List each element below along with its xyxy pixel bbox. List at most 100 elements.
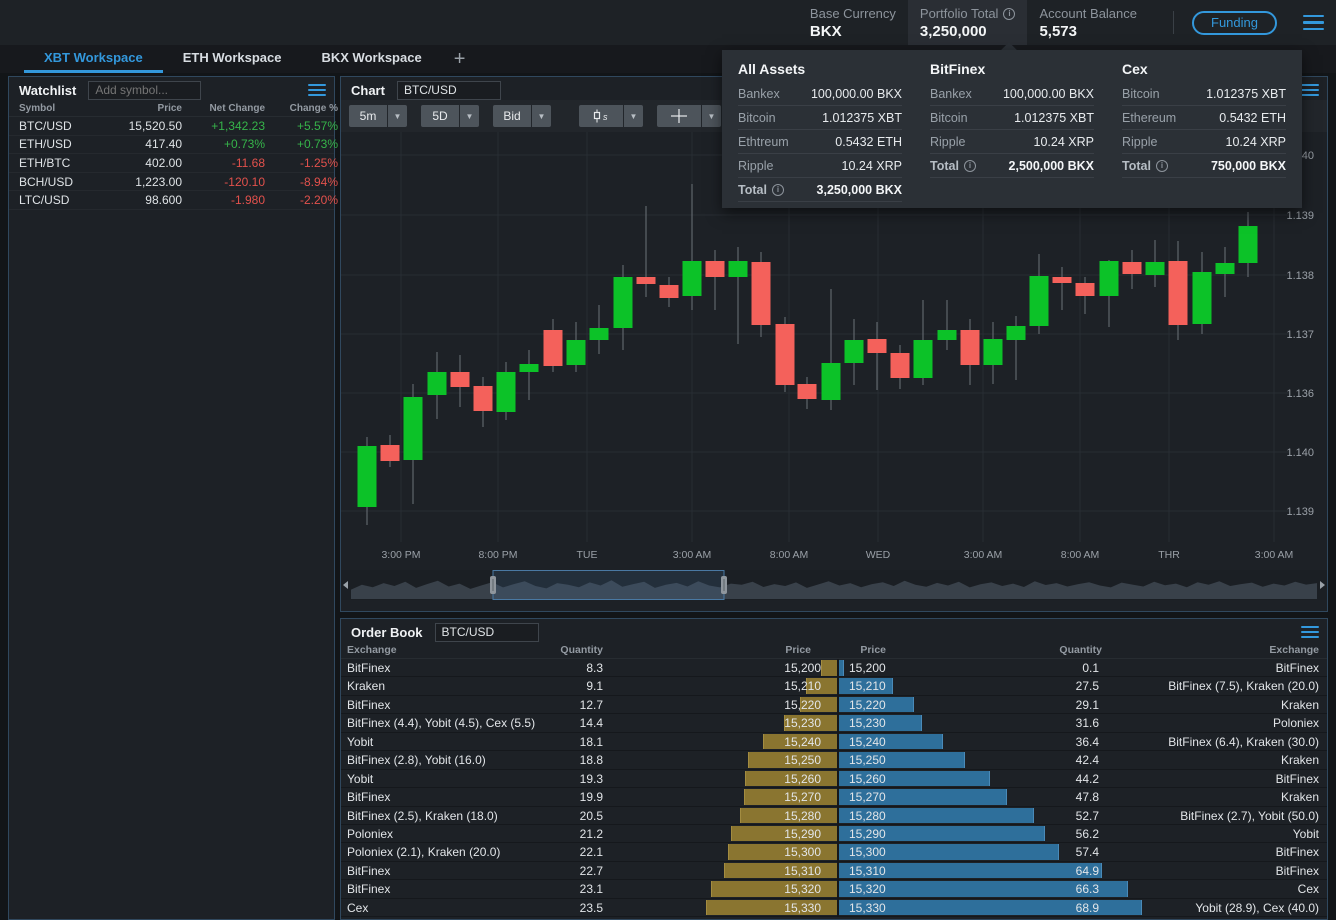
candle-body bbox=[451, 372, 470, 387]
portfolio-total-label: Portfolio Total bbox=[920, 6, 999, 21]
add-symbol-input[interactable] bbox=[88, 81, 201, 100]
time-axis-label: WED bbox=[866, 549, 891, 561]
asset-row: Bankex100,000.00 BKX bbox=[930, 82, 1094, 106]
tab-workspace-2[interactable]: BKX Workspace bbox=[302, 45, 442, 73]
ask-exchange: BitFinex bbox=[1276, 864, 1319, 878]
orderbook-row[interactable]: BitFinex (4.4), Yobit (4.5), Cex (5.5)14… bbox=[341, 714, 1327, 732]
wl-symbol: BTC/USD bbox=[19, 119, 89, 133]
candlestick-style-button[interactable]: s bbox=[579, 105, 623, 127]
add-workspace-button[interactable]: + bbox=[442, 45, 478, 73]
col-symbol: Symbol bbox=[19, 103, 89, 114]
watchlist-row[interactable]: BCH/USD1,223.00-120.10-8.94% bbox=[9, 173, 334, 192]
funding-button[interactable]: Funding bbox=[1192, 11, 1277, 35]
bid-price: 15,230 bbox=[671, 716, 821, 730]
base-currency-cell[interactable]: Base Currency BKX bbox=[798, 0, 908, 45]
bid-quantity: 22.1 bbox=[491, 845, 603, 859]
asset-row: Ripple10.24 XRP bbox=[930, 130, 1094, 154]
ask-exchange: BitFinex bbox=[1276, 772, 1319, 786]
crosshair-button[interactable] bbox=[657, 105, 701, 127]
account-balance-cell[interactable]: Account Balance 5,573 bbox=[1027, 0, 1149, 45]
bid-quantity: 8.3 bbox=[491, 661, 603, 675]
orderbook-menu-icon[interactable] bbox=[1301, 626, 1319, 638]
ask-price: 15,210 bbox=[849, 679, 886, 693]
portfolio-total-cell[interactable]: Portfolio Totali 3,250,000 bbox=[908, 0, 1028, 45]
total-value: 2,500,000 BKX bbox=[1009, 159, 1094, 173]
candle-body bbox=[1030, 276, 1049, 326]
bid-exchange: Yobit bbox=[347, 735, 373, 749]
candle-body bbox=[1076, 283, 1095, 296]
orderbook-row[interactable]: Yobit19.315,26015,26044.2BitFinex bbox=[341, 770, 1327, 788]
candle-body bbox=[404, 397, 423, 460]
orderbook-row[interactable]: BitFinex (2.8), Yobit (16.0)18.815,25015… bbox=[341, 751, 1327, 769]
asset-value: 100,000.00 BKX bbox=[811, 87, 902, 101]
candlestick-style-arrow[interactable]: ▼ bbox=[624, 105, 643, 127]
tab-workspace-1[interactable]: ETH Workspace bbox=[163, 45, 302, 73]
bid-price: 15,290 bbox=[671, 827, 821, 841]
bid-exchange: Cex bbox=[347, 901, 368, 915]
time-axis-label: 8:00 AM bbox=[1061, 549, 1100, 561]
ask-depth-bar bbox=[839, 660, 844, 676]
asset-label: Bitcoin bbox=[1122, 87, 1160, 101]
tab-workspace-0[interactable]: XBT Workspace bbox=[24, 45, 163, 73]
orderbook-row[interactable]: Kraken9.115,21015,21027.5BitFinex (7.5),… bbox=[341, 677, 1327, 695]
asset-value: 10.24 XRP bbox=[1226, 135, 1286, 149]
asset-value: 1.012375 XBT bbox=[1206, 87, 1286, 101]
info-icon[interactable]: i bbox=[1003, 8, 1015, 20]
chart-navigator[interactable] bbox=[341, 570, 1327, 600]
side-dropdown-arrow[interactable]: ▼ bbox=[532, 105, 551, 127]
watchlist-row[interactable]: ETH/BTC402.00-11.68-1.25% bbox=[9, 154, 334, 173]
col-net-change: Net Change bbox=[182, 103, 265, 114]
orderbook-row[interactable]: BitFinex (2.5), Kraken (18.0)20.515,2801… bbox=[341, 807, 1327, 825]
info-icon[interactable]: i bbox=[964, 160, 976, 172]
orderbook-row[interactable]: Poloniex21.215,29015,29056.2Yobit bbox=[341, 825, 1327, 843]
info-icon[interactable]: i bbox=[1156, 160, 1168, 172]
bid-quantity: 19.9 bbox=[491, 790, 603, 804]
ask-exchange: Yobit (28.9), Cex (40.0) bbox=[1195, 901, 1319, 915]
orderbook-row[interactable]: Yobit18.115,24015,24036.4BitFinex (6.4),… bbox=[341, 733, 1327, 751]
watchlist-menu-icon[interactable] bbox=[308, 84, 326, 96]
orderbook-row[interactable]: BitFinex19.915,27015,27047.8Kraken bbox=[341, 788, 1327, 806]
wl-price: 402.00 bbox=[89, 156, 182, 170]
price-axis-label: 1.139 bbox=[1286, 210, 1314, 222]
asset-total-row: Total i750,000 BKX bbox=[1122, 154, 1286, 178]
account-balance-label: Account Balance bbox=[1039, 6, 1137, 21]
bid-quantity: 14.4 bbox=[491, 716, 603, 730]
time-axis-label: 3:00 AM bbox=[1255, 549, 1294, 561]
interval-dropdown-arrow[interactable]: ▼ bbox=[388, 105, 407, 127]
chart-menu-icon[interactable] bbox=[1301, 84, 1319, 96]
bid-price: 15,270 bbox=[671, 790, 821, 804]
orderbook-row[interactable]: Cex23.515,33015,33068.9Yobit (28.9), Cex… bbox=[341, 899, 1327, 917]
orderbook-row[interactable]: BitFinex8.315,20015,2000.1BitFinex bbox=[341, 659, 1327, 677]
ask-quantity: 27.5 bbox=[981, 679, 1099, 693]
chart-symbol-input[interactable] bbox=[397, 81, 501, 100]
bid-depth-bar bbox=[821, 660, 837, 676]
candle-body bbox=[1100, 261, 1119, 296]
watchlist-row[interactable]: ETH/USD417.40+0.73%+0.73% bbox=[9, 136, 334, 155]
watchlist-column-headers: Symbol Price Net Change Change % bbox=[9, 100, 334, 117]
bid-price: 15,330 bbox=[671, 901, 821, 915]
bid-price: 15,220 bbox=[671, 698, 821, 712]
orderbook-row[interactable]: BitFinex23.115,32015,32066.3Cex bbox=[341, 880, 1327, 898]
bid-quantity: 19.3 bbox=[491, 772, 603, 786]
main-menu-icon[interactable] bbox=[1303, 15, 1324, 31]
orderbook-row[interactable]: BitFinex22.715,31015,31064.9BitFinex bbox=[341, 862, 1327, 880]
orderbook-row[interactable]: BitFinex12.715,22015,22029.1Kraken bbox=[341, 696, 1327, 714]
side-select[interactable]: Bid bbox=[493, 105, 531, 127]
bid-price: 15,300 bbox=[671, 845, 821, 859]
info-icon[interactable]: i bbox=[772, 184, 784, 196]
ask-price: 15,230 bbox=[849, 716, 886, 730]
watchlist-row[interactable]: BTC/USD15,520.50+1,342.23+5.57% bbox=[9, 117, 334, 136]
watchlist-row[interactable]: LTC/USD98.600-1.980-2.20% bbox=[9, 191, 334, 210]
candle-body bbox=[752, 262, 771, 325]
bid-price: 15,250 bbox=[671, 753, 821, 767]
orderbook-row[interactable]: Poloniex (2.1), Kraken (20.0)22.115,3001… bbox=[341, 843, 1327, 861]
crosshair-arrow[interactable]: ▼ bbox=[702, 105, 721, 127]
time-axis-label: 8:00 AM bbox=[770, 549, 809, 561]
range-select[interactable]: 5D bbox=[421, 105, 459, 127]
ask-quantity: 57.4 bbox=[981, 845, 1099, 859]
bid-price: 15,240 bbox=[671, 735, 821, 749]
interval-select[interactable]: 5m bbox=[349, 105, 387, 127]
range-dropdown-arrow[interactable]: ▼ bbox=[460, 105, 479, 127]
asset-value: 10.24 XRP bbox=[842, 159, 902, 173]
orderbook-symbol-input[interactable] bbox=[435, 623, 539, 642]
